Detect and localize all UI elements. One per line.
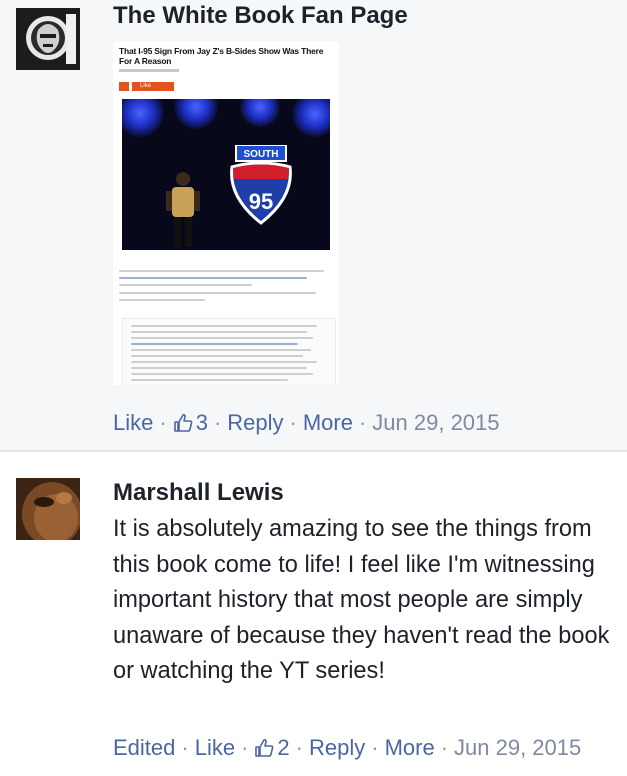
reply-link[interactable]: Reply (309, 735, 365, 761)
svg-text:SOUTH: SOUTH (244, 149, 279, 160)
reaction-number: 3 (195, 410, 208, 435)
like-link[interactable]: Like (195, 735, 235, 761)
article-attachment[interactable]: That I-95 Sign From Jay Z's B-Sides Show… (113, 42, 339, 385)
separator: · (289, 410, 297, 435)
separator: · (371, 735, 379, 760)
separator: · (440, 735, 449, 760)
thumbs-up-icon (173, 413, 193, 432)
avatar-image (16, 8, 80, 70)
share-icon (119, 82, 129, 91)
avatar[interactable] (16, 8, 80, 70)
reaction-number: 2 (277, 735, 290, 760)
reply-link[interactable]: Reply (227, 410, 283, 436)
comment-date[interactable]: Jun 29, 2015 (372, 410, 499, 436)
avatar-image (16, 478, 80, 540)
thumbs-up-icon (255, 738, 274, 757)
performer-figure (166, 172, 200, 247)
svg-text:95: 95 (249, 189, 273, 214)
article-share-bar: Like (119, 82, 174, 91)
avatar[interactable] (16, 478, 80, 540)
separator: · (213, 410, 222, 435)
separator: · (159, 410, 167, 435)
comment: The White Book Fan Page That I-95 Sign F… (0, 0, 627, 452)
reaction-count[interactable]: 2 (254, 735, 290, 761)
share-like-label: Like (132, 82, 174, 91)
article-paragraph (119, 270, 333, 306)
more-link[interactable]: More (303, 410, 353, 436)
reaction-count[interactable]: 3 (173, 410, 208, 436)
comment-date[interactable]: Jun 29, 2015 (454, 735, 581, 761)
comment-author[interactable]: The White Book Fan Page (113, 2, 408, 30)
article-byline (119, 69, 179, 72)
comment-text: It is absolutely amazing to see the thin… (113, 516, 610, 684)
comment-author[interactable]: Marshall Lewis (113, 479, 284, 507)
article-quote (122, 318, 336, 385)
separator: · (181, 735, 189, 760)
comment-actions: Like · 3 · Reply · More · Jun 29, 2015 (113, 410, 500, 436)
separator: · (295, 735, 303, 760)
interstate-sign: SOUTH 95 (230, 145, 292, 225)
article-image: SOUTH 95 (122, 99, 330, 250)
separator: · (358, 410, 367, 435)
comment-actions: Edited · Like · 2 · Reply · More · Jun 2… (113, 735, 581, 761)
article-title: That I-95 Sign From Jay Z's B-Sides Show… (119, 46, 324, 66)
edited-link[interactable]: Edited (113, 735, 175, 761)
like-link[interactable]: Like (113, 410, 153, 436)
separator: · (241, 735, 249, 760)
more-link[interactable]: More (385, 735, 435, 761)
